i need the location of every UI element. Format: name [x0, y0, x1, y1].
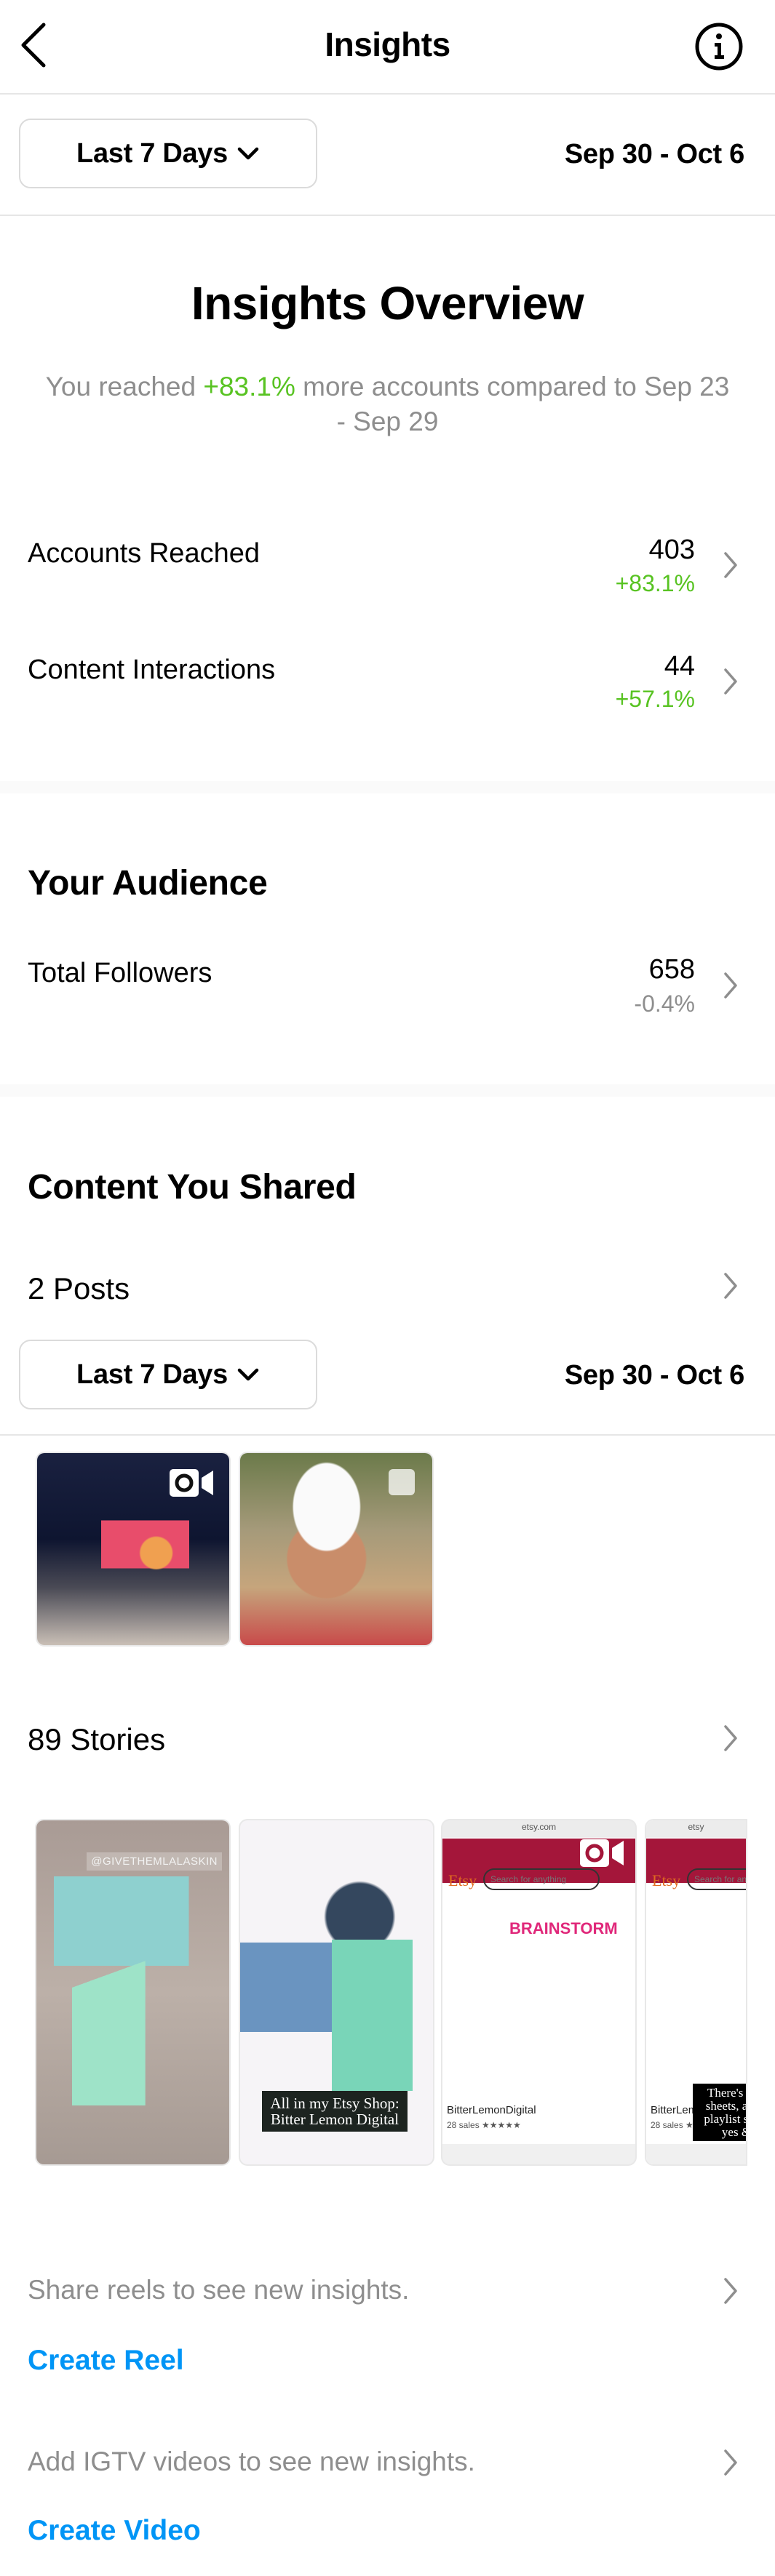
- content-title: Content You Shared: [28, 1168, 357, 1207]
- story-logo-text: Etsy: [448, 1871, 477, 1889]
- header-divider: [0, 93, 775, 95]
- metric-change: +57.1%: [615, 686, 695, 712]
- story-url-text: etsy: [688, 1822, 704, 1832]
- summary-prefix: You reached: [45, 372, 204, 401]
- content-date-range-dropdown[interactable]: Last 7 Days: [19, 1340, 317, 1409]
- filter-divider: [0, 215, 775, 216]
- date-range-dropdown[interactable]: Last 7 Days: [19, 119, 317, 188]
- audience-title: Your Audience: [28, 864, 268, 903]
- section-divider: [0, 781, 775, 793]
- story-search-text: Search for an: [687, 1868, 746, 1890]
- chevron-right-icon[interactable]: [723, 971, 739, 1000]
- chevron-right-icon[interactable]: [723, 1271, 739, 1300]
- story-overlay-text: All in my Etsy Shop: Bitter Lemon Digita…: [262, 2091, 408, 2132]
- story-shop-text: BitterLemonDigital: [447, 2104, 536, 2116]
- carousel-icon: [389, 1469, 415, 1495]
- story-search-text: Search for anything: [483, 1868, 600, 1890]
- reels-hint: Share reels to see new insights.: [28, 2275, 410, 2305]
- story-overlay-text: @GIVETHEMLALASKIN: [87, 1852, 222, 1871]
- info-icon[interactable]: [694, 22, 744, 71]
- metric-value: 658: [648, 954, 695, 985]
- chevron-down-icon: [237, 147, 259, 160]
- overview-summary: You reached +83.1% more accounts compare…: [44, 369, 731, 439]
- create-reel-link[interactable]: Create Reel: [28, 2345, 184, 2377]
- story-sales-text: 28 sales ★★★★★: [447, 2120, 521, 2130]
- story-thumbnail[interactable]: etsy Etsy Search for an BitterLemo 28 sa…: [646, 1820, 746, 2164]
- section-divider: [0, 1084, 775, 1097]
- story-logo-text: Etsy: [652, 1871, 681, 1889]
- date-range-dropdown-label: Last 7 Days: [76, 137, 228, 169]
- stories-count-label: 89 Stories: [28, 1722, 166, 1756]
- post-thumbnail[interactable]: [240, 1453, 432, 1645]
- post-thumbnail[interactable]: [37, 1453, 229, 1645]
- page-title: Insights: [325, 25, 450, 63]
- metric-value: 403: [648, 535, 695, 565]
- igtv-icon: [580, 1839, 624, 1867]
- metric-label: Content Interactions: [28, 655, 276, 685]
- summary-suffix: more accounts compared to Sep 23 - Sep 2…: [295, 372, 730, 436]
- date-range-text: Sep 30 - Oct 6: [564, 139, 744, 169]
- metric-change: +83.1%: [615, 570, 695, 596]
- story-url-text: etsy.com: [521, 1822, 557, 1832]
- story-image: etsy Etsy Search for an BitterLemo 28 sa…: [646, 1820, 746, 2164]
- filter-divider: [0, 1434, 775, 1436]
- metric-change: -0.4%: [634, 991, 695, 1017]
- chevron-right-icon[interactable]: [723, 667, 739, 696]
- content-date-range-text: Sep 30 - Oct 6: [564, 1360, 744, 1391]
- story-thumbnail[interactable]: @GIVETHEMLALASKIN: [36, 1820, 229, 2164]
- chevron-right-icon[interactable]: [723, 1724, 739, 1753]
- chevron-right-icon[interactable]: [723, 2448, 739, 2477]
- igtv-hint: Add IGTV videos to see new insights.: [28, 2447, 475, 2476]
- summary-percent: +83.1%: [203, 372, 295, 401]
- chevron-right-icon[interactable]: [723, 551, 739, 580]
- igtv-icon: [170, 1469, 213, 1497]
- story-heading-text: BRAINSTORM: [509, 1919, 618, 1937]
- metric-value: 44: [664, 651, 695, 681]
- chevron-right-icon[interactable]: [723, 2276, 739, 2305]
- create-video-link[interactable]: Create Video: [28, 2515, 201, 2547]
- chevron-down-icon: [237, 1368, 259, 1381]
- story-overlay-text: There's brai sheets, a tim playlist shee…: [693, 2084, 746, 2142]
- posts-count-label: 2 Posts: [28, 1271, 130, 1305]
- metric-label: Accounts Reached: [28, 538, 260, 569]
- overview-title: Insights Overview: [191, 277, 584, 329]
- date-range-dropdown-label: Last 7 Days: [76, 1359, 228, 1390]
- metric-label: Total Followers: [28, 958, 212, 988]
- story-thumbnail[interactable]: All in my Etsy Shop: Bitter Lemon Digita…: [240, 1820, 433, 2164]
- story-thumbnail[interactable]: etsy.com Etsy Search for anything BRAINS…: [442, 1820, 635, 2164]
